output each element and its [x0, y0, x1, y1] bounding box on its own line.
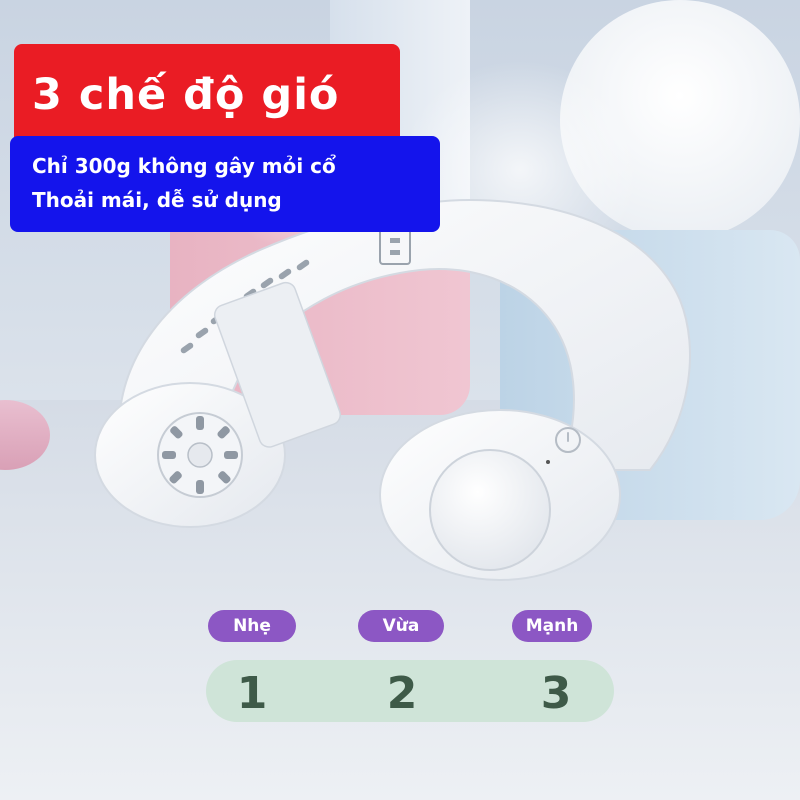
title-text: 3 chế độ gió — [32, 70, 340, 120]
speed-label-3: Mạnh — [512, 610, 592, 642]
title-banner: 3 chế độ gió — [14, 44, 400, 150]
speed-bar: 1 2 3 — [206, 660, 614, 722]
subtitle-line-1: Chỉ 300g không gây mỏi cổ — [32, 154, 336, 178]
speed-number-2: 2 — [386, 668, 418, 719]
speed-number-3: 3 — [540, 668, 572, 719]
subtitle-banner: Chỉ 300g không gây mỏi cổ Thoải mái, dễ … — [10, 136, 440, 232]
subtitle-line-2: Thoải mái, dễ sử dụng — [32, 188, 282, 212]
speed-number-1: 1 — [236, 668, 268, 719]
speed-label-1: Nhẹ — [208, 610, 296, 642]
speed-label-2: Vừa — [358, 610, 444, 642]
